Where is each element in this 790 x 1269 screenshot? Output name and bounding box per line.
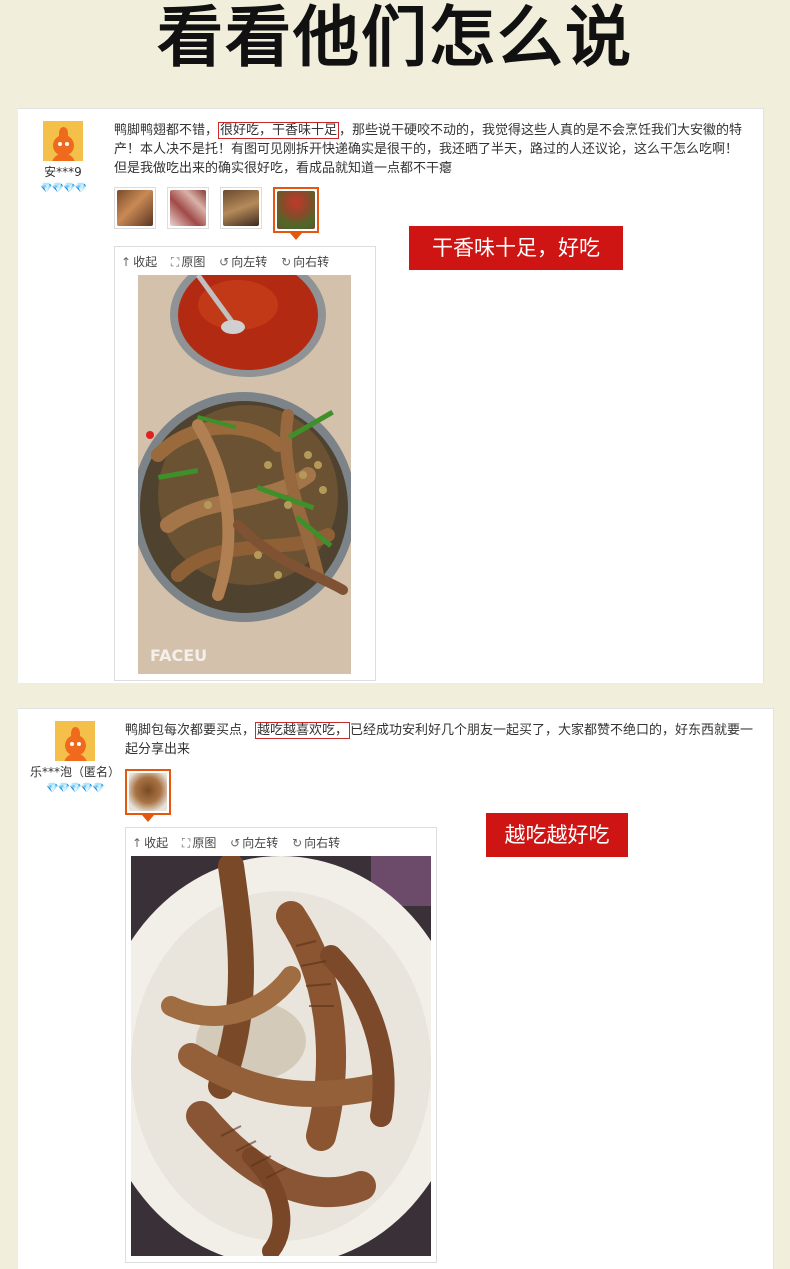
original-button[interactable]: ⛶ 原图 bbox=[182, 836, 216, 850]
reviewer-nickname: 乐***泡（匿名） bbox=[29, 765, 120, 779]
viewer-toolbar: ↑ 收起 ⛶ 原图 ↺ 向左转 ↻ 向右转 bbox=[121, 253, 339, 270]
rotate-right-icon: ↻ bbox=[281, 255, 292, 269]
highlight-phrase: 越吃越喜欢吃， bbox=[255, 722, 351, 739]
rotate-left-button[interactable]: ↺ 向左转 bbox=[219, 255, 267, 269]
expand-icon: ⛶ bbox=[170, 255, 180, 269]
review-text: 鸭脚鸭翅都不错， 很好吃，干香味十足 ，那些说干硬咬不动的，我觉得这些人真的是不会烹… bbox=[114, 122, 743, 176]
rotate-left-button[interactable]: ↺ 向左转 bbox=[230, 836, 278, 850]
original-button[interactable]: ⛶ 原图 bbox=[171, 255, 205, 269]
active-pointer bbox=[290, 233, 302, 240]
avatar[interactable] bbox=[55, 721, 95, 761]
photo-illustration: FACEU bbox=[138, 275, 351, 674]
image-viewer: ↑ 收起 ⛶ 原图 ↺ 向左转 ↻ 向右转 bbox=[114, 246, 376, 681]
review-photo-duck-feet-chili[interactable]: FACEU bbox=[138, 275, 351, 674]
thumbnail-4-active[interactable] bbox=[273, 187, 319, 240]
reviewer-info: 乐***泡（匿名） 💎💎💎💎💎 bbox=[22, 721, 128, 794]
image-viewer: ↑ 收起 ⛶ 原图 ↺ 向左转 ↻ 向右转 bbox=[125, 827, 437, 1263]
avatar[interactable] bbox=[43, 121, 83, 161]
collapse-button[interactable]: ↑ 收起 bbox=[121, 255, 157, 269]
active-pointer bbox=[142, 815, 154, 822]
thumbnail-2[interactable] bbox=[167, 187, 209, 229]
reviewer-info: 安***9 💎💎💎💎 bbox=[32, 121, 94, 194]
review-card-2: 乐***泡（匿名） 💎💎💎💎💎 鸭脚包每次都要买点， 越吃越喜欢吃， 已经成功安利好… bbox=[18, 708, 774, 1269]
expand-icon: ⛶ bbox=[181, 836, 191, 850]
arrow-up-icon: ↑ bbox=[132, 836, 143, 850]
rotate-left-icon: ↺ bbox=[230, 836, 241, 850]
highlight-tag: 干香味十足，好吃 bbox=[409, 226, 623, 270]
review-text: 鸭脚包每次都要买点， 越吃越喜欢吃， 已经成功安利好几个朋友一起买了，大家都赞不绝口… bbox=[125, 722, 754, 757]
rotate-right-button[interactable]: ↻ 向右转 bbox=[281, 255, 329, 269]
rating-hearts: 💎💎💎💎 bbox=[40, 183, 87, 194]
watermark: FACEU bbox=[150, 646, 207, 665]
arrow-up-icon: ↑ bbox=[121, 255, 132, 269]
review-card-1: 安***9 💎💎💎💎 鸭脚鸭翅都不错， 很好吃，干香味十足 ，那些说干硬咬不动的，我… bbox=[18, 108, 764, 683]
thumbnail-3[interactable] bbox=[220, 187, 262, 229]
viewer-toolbar: ↑ 收起 ⛶ 原图 ↺ 向左转 ↻ 向右转 bbox=[132, 834, 350, 851]
thumbnail-1[interactable] bbox=[114, 187, 156, 229]
photo-illustration bbox=[131, 856, 431, 1256]
rating-hearts: 💎💎💎💎💎 bbox=[46, 783, 104, 794]
highlight-phrase: 很好吃，干香味十足 bbox=[218, 122, 340, 139]
collapse-button[interactable]: ↑ 收起 bbox=[132, 836, 168, 850]
page-title: 看看他们怎么说 bbox=[157, 0, 633, 76]
rotate-left-icon: ↺ bbox=[219, 255, 230, 269]
review-photo-braised-duck-feet[interactable] bbox=[131, 856, 431, 1256]
rotate-right-icon: ↻ bbox=[292, 836, 303, 850]
thumbnail-1-active[interactable] bbox=[125, 769, 171, 822]
highlight-tag: 越吃越好吃 bbox=[486, 813, 628, 857]
rotate-right-button[interactable]: ↻ 向右转 bbox=[292, 836, 340, 850]
reviewer-nickname: 安***9 bbox=[44, 165, 82, 179]
